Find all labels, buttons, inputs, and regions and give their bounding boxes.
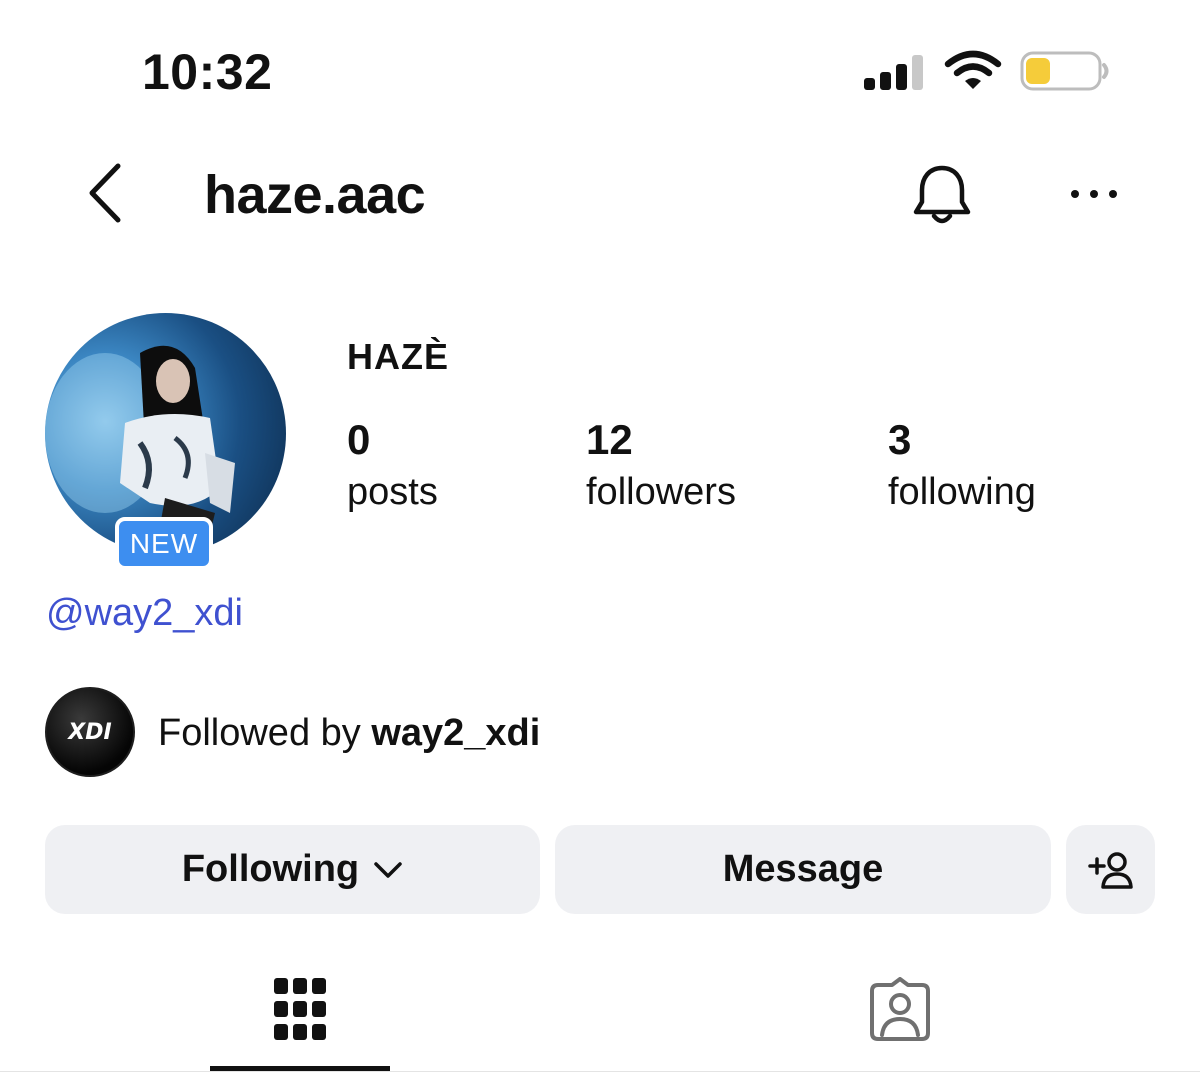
- back-button[interactable]: [80, 160, 136, 226]
- following-stat[interactable]: 3 following: [888, 416, 1036, 516]
- profile-screen: 10:32 haze.aac NEW HAZÈ 0 posts 12 follo…: [0, 0, 1200, 1079]
- posts-count: 0: [347, 416, 371, 463]
- cellular-signal-icon: [864, 54, 926, 90]
- notifications-button[interactable]: [908, 160, 976, 228]
- message-button[interactable]: Message: [555, 825, 1051, 914]
- chevron-left-icon: [89, 163, 121, 223]
- add-user-button[interactable]: [1066, 825, 1155, 914]
- tab-posts-grid[interactable]: [210, 975, 390, 1073]
- message-button-label: Message: [722, 848, 884, 890]
- followed-by-prefix: Followed by: [158, 712, 361, 754]
- following-button-label: Following: [181, 848, 360, 890]
- followers-label: followers: [586, 471, 736, 513]
- chevron-down-icon: [374, 861, 402, 878]
- status-time: 10:32: [142, 44, 273, 100]
- more-horizontal-icon: [1071, 190, 1117, 198]
- bell-icon: [913, 165, 971, 224]
- posts-label: posts: [347, 471, 438, 513]
- posts-stat: 0 posts: [347, 416, 438, 516]
- following-label: following: [888, 471, 1036, 513]
- tab-divider: [0, 1071, 1200, 1072]
- display-name: HAZÈ: [347, 336, 449, 377]
- grid-icon: [274, 978, 326, 1040]
- new-badge: NEW: [115, 517, 213, 570]
- followed-by-avatar[interactable]: XDI: [45, 687, 135, 777]
- following-count: 3: [888, 416, 912, 463]
- followers-stat[interactable]: 12 followers: [586, 416, 736, 516]
- tab-tagged[interactable]: [810, 975, 990, 1073]
- followers-count: 12: [586, 416, 633, 463]
- wifi-icon: [944, 50, 1002, 92]
- add-person-icon: [1087, 851, 1133, 889]
- more-options-button[interactable]: [1064, 172, 1124, 216]
- tagged-person-icon: [870, 977, 930, 1041]
- mention-link[interactable]: @way2_xdi: [46, 590, 243, 636]
- followed-by-avatar-text: XDI: [68, 719, 112, 745]
- battery-low-icon: [1020, 50, 1110, 92]
- followed-by-account: way2_xdi: [371, 712, 541, 754]
- profile-username-title: haze.aac: [204, 165, 426, 225]
- following-button[interactable]: Following: [45, 825, 540, 914]
- followed-by-text[interactable]: Followed by way2_xdi: [158, 710, 540, 756]
